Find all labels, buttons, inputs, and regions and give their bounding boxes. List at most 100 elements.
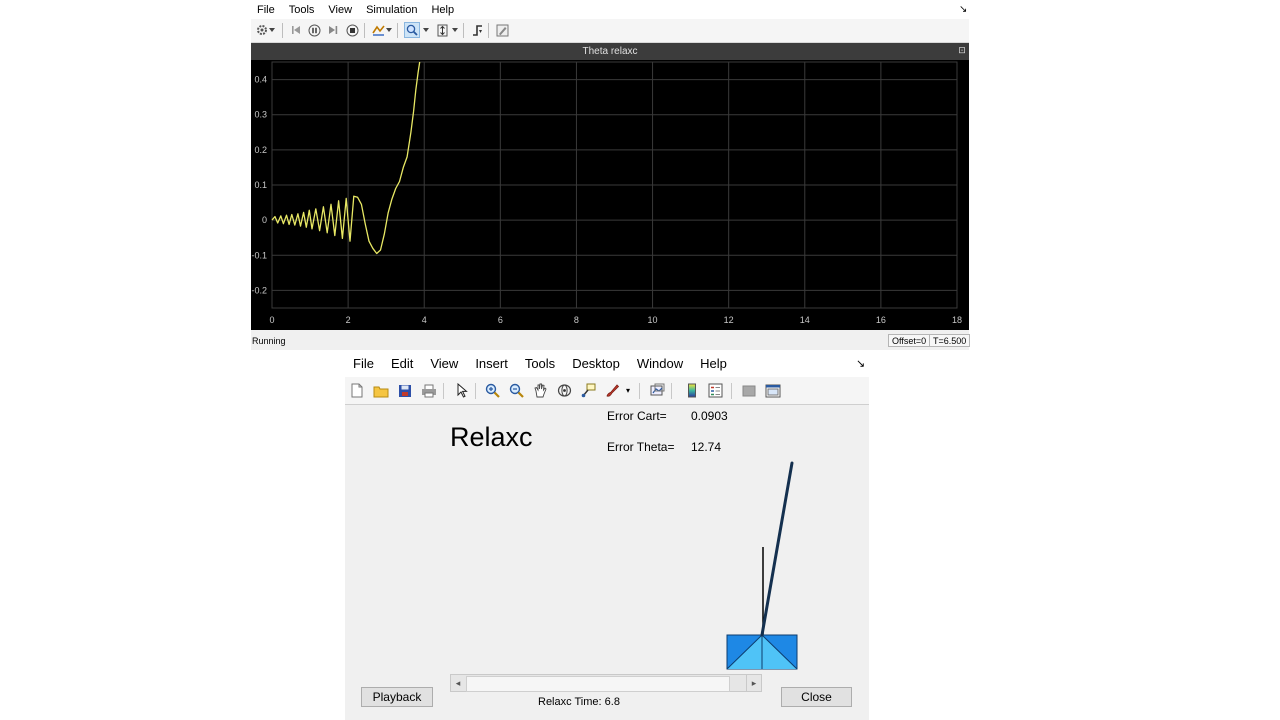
scope-plot-area[interactable]: 0 2 4 6 8 10 12 14 16 18 0.4 0.3 0.2 0.1 0 -0.1 -0.2 (251, 60, 969, 330)
dropdown-icon[interactable] (422, 22, 430, 38)
pan-icon[interactable] (532, 382, 549, 399)
edit-icon[interactable] (494, 22, 510, 38)
y-tick-label: -0.1 (251, 250, 267, 260)
y-tick-label: -0.2 (251, 285, 267, 295)
save-icon[interactable] (396, 382, 413, 399)
status-text: Running (252, 336, 286, 346)
dropdown-icon[interactable] (268, 22, 276, 38)
figure-menu-help[interactable]: Help (700, 356, 727, 371)
slider-thumb[interactable] (466, 676, 730, 692)
scope-menu-help[interactable]: Help (431, 4, 454, 16)
error-theta-value: 12.74 (691, 440, 722, 454)
hide-plot-tools-icon[interactable] (740, 382, 757, 399)
x-tick-label: 12 (724, 315, 734, 325)
colorbar-icon[interactable] (683, 382, 700, 399)
figure-menu-tools[interactable]: Tools (525, 356, 555, 371)
x-tick-label: 0 (269, 315, 274, 325)
stop-icon[interactable] (344, 22, 360, 38)
figure-dock-icon[interactable]: ↘ (856, 357, 865, 370)
x-tick-label: 10 (648, 315, 658, 325)
zoom-out-icon[interactable] (508, 382, 525, 399)
x-tick-label: 14 (800, 315, 810, 325)
toolbar-separator (463, 23, 464, 38)
figure-menu-desktop[interactable]: Desktop (572, 356, 620, 371)
pause-icon[interactable] (306, 22, 322, 38)
figure-menu-file[interactable]: File (353, 356, 374, 371)
error-cart-value: 0.0903 (691, 409, 728, 423)
figure-menu-window[interactable]: Window (637, 356, 683, 371)
highlight-icon[interactable] (370, 22, 386, 38)
playback-button[interactable]: Playback (361, 687, 433, 707)
y-tick-label: 0.3 (254, 110, 267, 120)
figure-menu-edit[interactable]: Edit (391, 356, 413, 371)
brush-icon[interactable] (604, 382, 621, 399)
dropdown-icon[interactable] (385, 22, 393, 38)
y-tick-label: 0 (262, 215, 267, 225)
print-icon[interactable] (420, 382, 437, 399)
scope-dock-icon[interactable]: ↘ (959, 4, 967, 15)
scope-menu-simulation[interactable]: Simulation (366, 4, 417, 16)
time-label: Relaxc Time: 6.8 (538, 696, 620, 708)
offset-readout: Offset=0 (888, 334, 931, 347)
toolbar-separator (443, 383, 444, 399)
time-value: 6.8 (604, 696, 620, 708)
pendulum-pole (760, 461, 794, 637)
toolbar-separator (731, 383, 732, 399)
scope-menubar: File Tools View Simulation Help (251, 0, 969, 19)
new-file-icon[interactable] (348, 382, 365, 399)
toolbar-separator (364, 23, 365, 38)
toolbar-separator (671, 383, 672, 399)
figure-title: Relaxc (450, 422, 533, 452)
x-tick-label: 16 (876, 315, 886, 325)
toolbar-separator (475, 383, 476, 399)
step-forward-icon[interactable] (325, 22, 341, 38)
error-cart-label: Error Cart= (607, 409, 667, 423)
time-label-text: Relaxc Time: (538, 696, 602, 708)
trigger-icon[interactable] (469, 22, 485, 38)
zoom-in-icon[interactable] (484, 382, 501, 399)
data-cursor-icon[interactable] (580, 382, 597, 399)
slider-right-arrow[interactable]: ▸ (746, 675, 761, 691)
undock-icon[interactable]: ⊡ (957, 45, 967, 55)
x-tick-label: 18 (952, 315, 962, 325)
zoom-icon[interactable] (404, 22, 420, 38)
x-tick-label: 2 (346, 315, 351, 325)
scope-statusbar: Running Offset=0 T=6.500 (251, 331, 971, 350)
x-tick-label: 6 (498, 315, 503, 325)
dropdown-icon[interactable] (451, 22, 459, 38)
scope-plot-title: Theta relaxc (251, 43, 969, 60)
playback-slider[interactable]: ◂ ▸ (450, 674, 762, 692)
figure-toolbar: ▾ (345, 377, 869, 405)
toolbar-separator (639, 383, 640, 399)
rotate-3d-icon[interactable] (556, 382, 573, 399)
scope-menu-view[interactable]: View (328, 4, 352, 16)
open-folder-icon[interactable] (372, 382, 389, 399)
brush-dropdown-icon[interactable]: ▾ (624, 382, 632, 399)
toolbar-separator (397, 23, 398, 38)
autoscale-icon[interactable] (434, 22, 450, 38)
figure-menubar: File Edit View Insert Tools Desktop Wind… (345, 350, 869, 377)
figure-menu-insert[interactable]: Insert (475, 356, 508, 371)
show-plot-tools-icon[interactable] (764, 382, 781, 399)
slider-left-arrow[interactable]: ◂ (451, 675, 465, 691)
scope-window: File Tools View Simulation Help ↘ Theta … (251, 0, 971, 350)
cart-pole-graphic (726, 461, 798, 670)
scope-menu-file[interactable]: File (257, 4, 275, 16)
y-tick-label: 0.1 (254, 180, 267, 190)
figure-menu-view[interactable]: View (430, 356, 458, 371)
theta-chart: 0 2 4 6 8 10 12 14 16 18 0.4 0.3 0.2 0.1 0 -0.1 -0.2 (251, 61, 962, 325)
close-button[interactable]: Close (781, 687, 852, 707)
link-plot-icon[interactable] (649, 382, 666, 399)
theta-series-line (271, 61, 421, 255)
scope-toolbar (251, 19, 969, 43)
y-tick-label: 0.4 (254, 75, 267, 85)
time-readout: T=6.500 (929, 334, 971, 347)
pointer-icon[interactable] (453, 382, 470, 399)
legend-icon[interactable] (707, 382, 724, 399)
step-back-icon[interactable] (288, 22, 304, 38)
cart (726, 634, 798, 670)
x-tick-label: 4 (422, 315, 427, 325)
figure-window: File Edit View Insert Tools Desktop Wind… (345, 350, 869, 720)
scope-menu-tools[interactable]: Tools (289, 4, 315, 16)
x-tick-label: 8 (574, 315, 579, 325)
